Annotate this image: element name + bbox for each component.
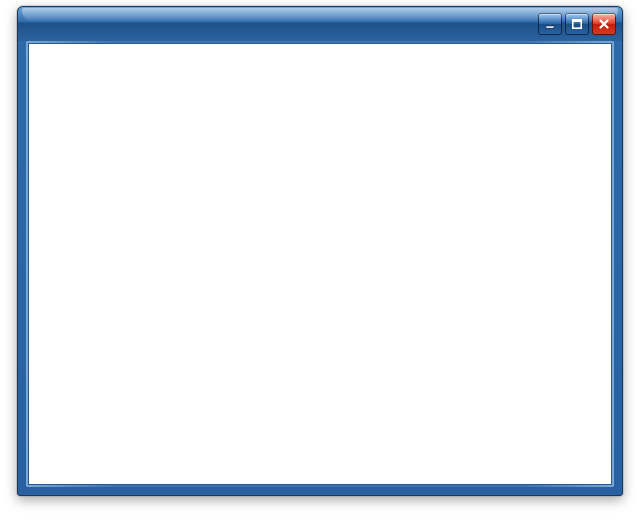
window-frame-inner	[26, 41, 614, 487]
titlebar[interactable]	[18, 7, 622, 41]
maximize-button[interactable]	[565, 13, 589, 35]
application-window	[17, 6, 623, 496]
close-icon	[598, 18, 610, 30]
close-button[interactable]	[592, 13, 616, 35]
maximize-icon	[571, 18, 583, 30]
client-area	[28, 43, 612, 485]
minimize-button[interactable]	[538, 13, 562, 35]
window-frame	[18, 41, 622, 495]
minimize-icon	[544, 18, 556, 30]
